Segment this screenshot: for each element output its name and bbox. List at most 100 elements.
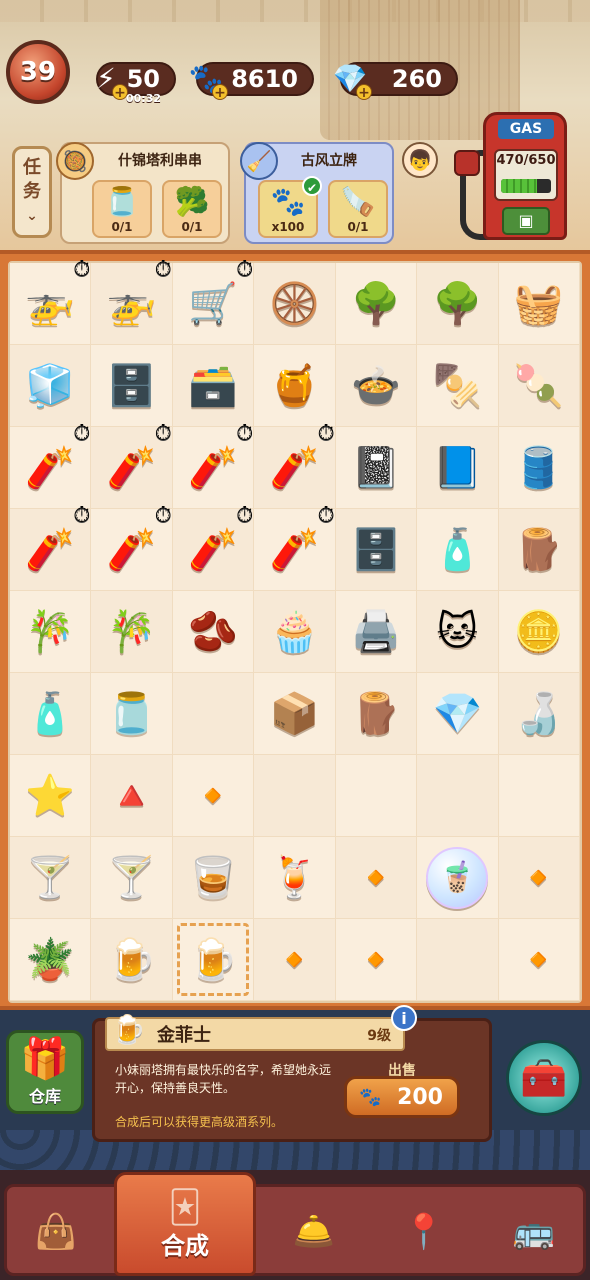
task-slot[interactable]: 🥦 0/1 xyxy=(162,180,222,238)
board-item[interactable]: 🍶 xyxy=(514,694,564,734)
board-cell[interactable]: 🖨️ xyxy=(335,591,418,673)
board-cell[interactable]: 🧨 ⏱ xyxy=(172,421,255,509)
gas-refill-button[interactable]: ▣ xyxy=(502,207,550,235)
board-cell[interactable]: 🚁 ⏱ xyxy=(10,257,92,345)
board-item[interactable]: 🍢 xyxy=(432,366,482,406)
board-cell[interactable]: 🛒 ⏱ xyxy=(172,257,255,345)
board-cell[interactable]: 🔸 xyxy=(172,755,255,837)
task-card-1[interactable]: 🥘 什锦塔利串串 🫙 0/1 🥦 0/1 xyxy=(56,142,230,244)
nav-merge[interactable]: 🃏 合成 xyxy=(114,1172,256,1276)
board-item[interactable]: 🎋 xyxy=(25,612,75,652)
board-cell[interactable]: 🫙 xyxy=(91,673,173,755)
board-cell[interactable]: 🛞 xyxy=(254,263,336,345)
board-cell[interactable]: 📘 xyxy=(417,427,499,509)
board-cell[interactable]: 🍸 xyxy=(10,837,92,919)
board-cell[interactable]: 🫘 xyxy=(172,591,255,673)
board-cell[interactable]: 🍶 xyxy=(498,673,580,755)
board-item[interactable]: 📦 xyxy=(270,694,320,734)
board-cell[interactable] xyxy=(417,919,499,1001)
board-item[interactable]: 🧁 xyxy=(270,612,320,652)
board-item[interactable]: 🧨 xyxy=(25,448,75,488)
board-item[interactable]: 🔸 xyxy=(188,776,238,816)
board-cell[interactable]: 🪵 xyxy=(335,673,418,755)
board-item[interactable]: 🔸 xyxy=(514,940,564,980)
board-item[interactable]: 🧨 xyxy=(188,448,238,488)
board-item[interactable]: 🍸 xyxy=(25,858,75,898)
board-cell[interactable]: 🗄️ xyxy=(91,345,173,427)
board-item[interactable]: 🗄️ xyxy=(107,366,157,406)
board-cell[interactable]: 🔸 xyxy=(335,837,418,919)
board-cell[interactable]: 🔸 xyxy=(335,919,418,1001)
board-item[interactable]: 🧨 xyxy=(25,530,75,570)
board-cell[interactable]: 🍺 xyxy=(91,919,173,1001)
nav-service[interactable]: 🛎️ xyxy=(262,1192,366,1272)
board-item[interactable]: 🪴 xyxy=(25,940,75,980)
board-item[interactable]: 🪵 xyxy=(514,530,564,570)
gas-pump[interactable]: GAS 470/650 ▣ xyxy=(483,112,567,240)
board-item[interactable]: 🔸 xyxy=(270,940,320,980)
board-cell[interactable]: 🔸 xyxy=(498,919,580,1001)
board-cell[interactable]: 💎 xyxy=(417,673,499,755)
board-cell[interactable]: 🧨 ⏱ xyxy=(91,421,173,509)
board-item[interactable]: 📓 xyxy=(351,448,401,488)
nav-map[interactable]: 📍 xyxy=(372,1192,476,1272)
board-item[interactable]: 🚁 xyxy=(107,284,157,324)
board-cell[interactable]: 🔸 xyxy=(498,837,580,919)
board-item[interactable]: 🐱 xyxy=(437,612,479,652)
board-cell[interactable]: 🛢️ xyxy=(498,427,580,509)
board-cell[interactable]: 🧨 ⏱ xyxy=(10,503,92,591)
board-item[interactable]: 🔸 xyxy=(514,858,564,898)
board-item[interactable]: 🧨 xyxy=(270,448,320,488)
board-item[interactable]: 🍹 xyxy=(270,858,320,898)
board-cell[interactable]: 🪵 xyxy=(498,509,580,591)
task-card-2[interactable]: 🧹 古风立牌 ✔ 🐾 x100 🪚 0/1 xyxy=(240,142,394,244)
add-gems-icon[interactable]: + xyxy=(356,84,372,101)
task-slot[interactable]: 🫙 0/1 xyxy=(92,180,152,238)
board-cell[interactable]: 🧨 ⏱ xyxy=(10,421,92,509)
board-item[interactable]: 🧨 xyxy=(270,530,320,570)
board-cell[interactable]: 🍸 xyxy=(91,837,173,919)
board-item[interactable]: 🛒 xyxy=(188,284,238,324)
board-cell[interactable]: 🌳 xyxy=(335,263,418,345)
board-cell[interactable] xyxy=(254,755,336,837)
board-item[interactable]: 🪵 xyxy=(351,694,401,734)
board-item[interactable]: 🧨 xyxy=(107,530,157,570)
info-icon[interactable]: i xyxy=(391,1005,417,1031)
board-cell[interactable]: 🎋 xyxy=(10,591,92,673)
board-item[interactable]: 🧺 xyxy=(514,284,564,324)
board-item[interactable]: 🧴 xyxy=(25,694,75,734)
board-cell[interactable]: 🪴 xyxy=(10,919,92,1001)
sell-button[interactable]: 🐾 200 xyxy=(344,1076,460,1118)
board-item[interactable]: ⭐ xyxy=(25,776,75,816)
board-cell[interactable]: 🧁 xyxy=(254,591,336,673)
energy-counter[interactable]: ⚡ + 50 xyxy=(96,62,176,101)
board-item[interactable]: 🍯 xyxy=(270,366,320,406)
board-cell[interactable]: 🔸 xyxy=(254,919,336,1001)
board-item[interactable]: 💎 xyxy=(432,694,482,734)
board-cell[interactable]: 📓 xyxy=(335,427,418,509)
gem-counter[interactable]: 💎 + 260 xyxy=(333,62,458,101)
board-cell[interactable]: 🌳 xyxy=(417,263,499,345)
board-cell[interactable]: 🧨 ⏱ xyxy=(91,503,173,591)
board-item[interactable]: 🔸 xyxy=(351,858,401,898)
chest-icon[interactable]: 🧰 xyxy=(506,1040,582,1116)
board-cell[interactable]: 🧋 xyxy=(417,837,499,919)
board-item[interactable]: 🛞 xyxy=(270,284,320,324)
board-item[interactable]: 🍡 xyxy=(514,366,564,406)
board-cell[interactable]: 🗄️ xyxy=(335,509,418,591)
board-cell[interactable]: 🥃 xyxy=(172,837,255,919)
board-cell[interactable]: 🧨 ⏱ xyxy=(172,503,255,591)
warehouse-button[interactable]: 🎁 仓库 xyxy=(6,1030,84,1114)
board-item[interactable]: 🗄️ xyxy=(351,530,401,570)
board-cell[interactable]: 🍡 xyxy=(498,345,580,427)
board-cell[interactable]: 🧺 xyxy=(498,263,580,345)
board-cell[interactable]: 🍢 xyxy=(417,345,499,427)
board-item[interactable]: 📘 xyxy=(432,448,482,488)
board-item[interactable]: 🎋 xyxy=(107,612,157,652)
board-item[interactable]: 🍺 xyxy=(107,940,157,980)
board-cell[interactable]: 📦 xyxy=(254,673,336,755)
nav-shop[interactable]: 👜 xyxy=(4,1192,108,1272)
board-cell[interactable]: 🍯 xyxy=(254,345,336,427)
board-item[interactable]: 🛢️ xyxy=(514,448,564,488)
board-cell[interactable] xyxy=(417,755,499,837)
